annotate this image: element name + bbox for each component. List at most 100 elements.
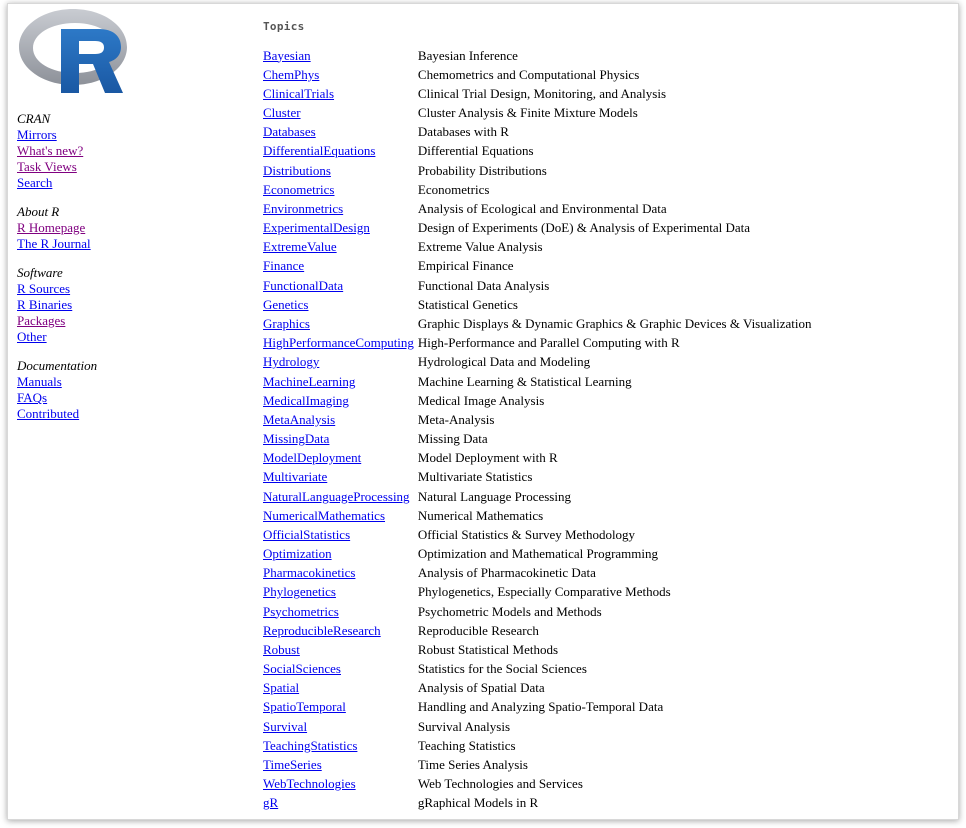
table-row: Cluster Cluster Analysis & Finite Mixture… [261,104,814,123]
topic-link[interactable]: NumericalMathematics [263,508,385,523]
topic-link[interactable]: ExperimentalDesign [263,220,370,235]
topic-link[interactable]: MachineLearning [263,374,355,389]
topic-link[interactable]: Econometrics [263,182,334,197]
topic-link[interactable]: ModelDeployment [263,450,361,465]
topic-link[interactable]: Genetics [263,297,308,312]
sidebar-link-r-homepage[interactable]: R Homepage [17,220,97,236]
table-row: MedicalImaging Medical Image Analysis [261,391,814,410]
topic-name-cell: Phylogenetics [261,583,416,602]
topics-heading: Topics [263,20,305,33]
sidebar-group: Documentation Manuals FAQs Contributed [17,358,97,422]
topic-link[interactable]: HighPerformanceComputing [263,335,414,350]
topic-name-cell: ModelDeployment [261,449,416,468]
sidebar-link-what-s-new[interactable]: What's new? [17,143,97,159]
table-row: OfficialStatistics Official Statistics & … [261,525,814,544]
r-logo[interactable] [17,7,129,95]
topic-description: gRaphical Models in R [417,795,539,811]
topic-link[interactable]: Bayesian [263,48,311,63]
topic-link[interactable]: WebTechnologies [263,776,356,791]
topic-description: Bayesian Inference [417,47,518,63]
topic-link[interactable]: Psychometrics [263,604,339,619]
table-row: Databases Databases with R [261,123,814,142]
sidebar-link-mirrors[interactable]: Mirrors [17,127,97,143]
topic-link[interactable]: MetaAnalysis [263,412,335,427]
topic-name-cell: TeachingStatistics [261,736,416,755]
topic-link[interactable]: OfficialStatistics [263,527,350,542]
table-row: DifferentialEquations Differential Equati… [261,142,814,161]
topic-link[interactable]: TimeSeries [263,757,322,772]
table-row: NumericalMathematics Numerical Mathematic… [261,506,814,525]
topic-name-cell: Cluster [261,104,416,123]
topic-link[interactable]: MedicalImaging [263,393,349,408]
topic-description: Differential Equations [417,143,534,159]
topic-description: Robust Statistical Methods [417,641,559,657]
topic-link[interactable]: Hydrology [263,354,319,369]
topic-link[interactable]: TeachingStatistics [263,738,357,753]
topic-link[interactable]: ChemPhys [263,67,319,82]
topic-description: Handling and Analyzing Spatio-Temporal D… [417,699,664,715]
sidebar-link-manuals[interactable]: Manuals [17,374,97,390]
topic-description: Missing Data [417,431,488,447]
table-row: Environmetrics Analysis of Ecological and… [261,199,814,218]
topic-description: Design of Experiments (DoE) & Analysis o… [417,220,751,236]
sidebar-link-faqs[interactable]: FAQs [17,390,97,406]
topic-link[interactable]: ReproducibleResearch [263,623,381,638]
topic-name-cell: Bayesian [261,46,416,65]
topic-description: Analysis of Pharmacokinetic Data [417,565,596,581]
topic-description: Extreme Value Analysis [417,239,543,255]
topic-link[interactable]: Pharmacokinetics [263,565,355,580]
topic-link[interactable]: ExtremeValue [263,239,337,254]
table-row: Finance Empirical Finance [261,257,814,276]
sidebar-link-packages[interactable]: Packages [17,313,97,329]
sidebar-link-r-sources[interactable]: R Sources [17,281,97,297]
topic-name-cell: Environmetrics [261,199,416,218]
topic-name-cell: Genetics [261,295,416,314]
topic-link[interactable]: SocialSciences [263,661,341,676]
topic-description: Optimization and Mathematical Programmin… [417,546,659,562]
topic-description: Econometrics [417,181,490,197]
sidebar-link-the-r-journal[interactable]: The R Journal [17,236,97,252]
topic-link[interactable]: Databases [263,124,316,139]
topic-link[interactable]: Environmetrics [263,201,343,216]
topic-link[interactable]: Cluster [263,105,301,120]
topic-name-cell: HighPerformanceComputing [261,334,416,353]
topic-name-cell: ExtremeValue [261,238,416,257]
topic-link[interactable]: Multivariate [263,469,327,484]
topic-name-cell: Pharmacokinetics [261,564,416,583]
topic-link[interactable]: Robust [263,642,300,657]
topic-description: Probability Distributions [417,162,547,178]
topic-link[interactable]: Survival [263,719,307,734]
sidebar-link-search[interactable]: Search [17,175,97,191]
topic-link[interactable]: Phylogenetics [263,584,336,599]
sidebar-link-other[interactable]: Other [17,329,97,345]
topic-link[interactable]: Distributions [263,163,331,178]
topic-link[interactable]: Finance [263,258,304,273]
topic-link[interactable]: SpatioTemporal [263,699,346,714]
topic-link[interactable]: Graphics [263,316,310,331]
browser-page: CRAN Mirrors What's new? Task Views Search Ab… [7,3,959,820]
topic-description: Chemometrics and Computational Physics [417,66,640,82]
topic-name-cell: Multivariate [261,468,416,487]
topic-description: High-Performance and Parallel Computing … [417,335,680,351]
topic-link[interactable]: gR [263,795,278,810]
topic-link[interactable]: DifferentialEquations [263,143,375,158]
topic-link[interactable]: MissingData [263,431,329,446]
topic-link[interactable]: Optimization [263,546,332,561]
topic-name-cell: SocialSciences [261,660,416,679]
sidebar-link-r-binaries[interactable]: R Binaries [17,297,97,313]
topic-link[interactable]: ClinicalTrials [263,86,334,101]
topic-description: Time Series Analysis [417,756,528,772]
topic-description: Phylogenetics, Especially Comparative Me… [417,584,671,600]
table-row: ClinicalTrials Clinical Trial Design, Mon… [261,84,814,103]
table-row: Pharmacokinetics Analysis of Pharmacokine… [261,564,814,583]
topic-description: Clinical Trial Design, Monitoring, and A… [417,85,667,101]
topic-link[interactable]: Spatial [263,680,299,695]
sidebar-group-heading: About R [17,204,60,219]
topic-name-cell: OfficialStatistics [261,525,416,544]
topic-description: Psychometric Models and Methods [417,603,602,619]
topic-link[interactable]: FunctionalData [263,278,343,293]
topic-link[interactable]: NaturalLanguageProcessing [263,489,410,504]
sidebar-link-task-views[interactable]: Task Views [17,159,97,175]
sidebar-link-contributed[interactable]: Contributed [17,406,97,422]
table-row: Econometrics Econometrics [261,180,814,199]
